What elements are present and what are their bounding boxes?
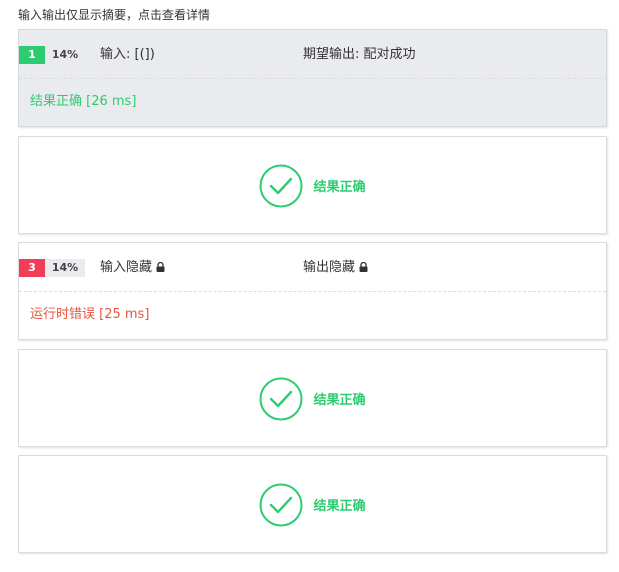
lock-icon	[359, 262, 368, 272]
result-label: 结果正确	[313, 393, 366, 408]
result-label: 结果正确	[313, 499, 366, 514]
test-case-4[interactable]: 结果正确	[18, 349, 607, 447]
test-percent-badge: 14%	[45, 259, 85, 277]
test-case-header[interactable]: 1 14% 输入: [(]) 期望输出: 配对成功	[19, 30, 606, 79]
check-circle-icon	[259, 483, 303, 526]
test-expected-output: 期望输出: 配对成功	[303, 47, 416, 62]
test-case-1[interactable]: 1 14% 输入: [(]) 期望输出: 配对成功 结果正确 [26 ms]	[18, 29, 607, 127]
test-case-header[interactable]: 3 14% 输入隐藏 输出隐藏	[19, 243, 606, 292]
test-case-2[interactable]: 结果正确	[18, 136, 607, 234]
summary-note: 输入输出仅显示摘要，点击查看详情	[18, 8, 211, 22]
input-hidden-label: 输入隐藏	[100, 260, 153, 275]
check-circle-icon	[259, 377, 303, 420]
test-case-5[interactable]: 结果正确	[18, 455, 607, 553]
check-circle-icon	[259, 164, 303, 207]
result-label: 结果正确	[313, 180, 366, 195]
test-number-badge: 1	[19, 46, 45, 64]
test-result: 结果正确 [26 ms]	[30, 94, 137, 109]
test-input-summary: 输入隐藏	[100, 259, 165, 277]
test-percent-badge: 14%	[51, 48, 79, 61]
output-hidden-label: 输出隐藏	[303, 260, 356, 275]
test-number-badge: 3	[19, 259, 45, 277]
lock-icon	[156, 262, 165, 272]
test-result: 运行时错误 [25 ms]	[30, 307, 150, 322]
test-expected-output: 输出隐藏	[303, 259, 368, 277]
test-input-summary: 输入: [(])	[100, 47, 155, 62]
test-case-3[interactable]: 3 14% 输入隐藏 输出隐藏 运行时错误 [25 ms]	[18, 242, 607, 340]
